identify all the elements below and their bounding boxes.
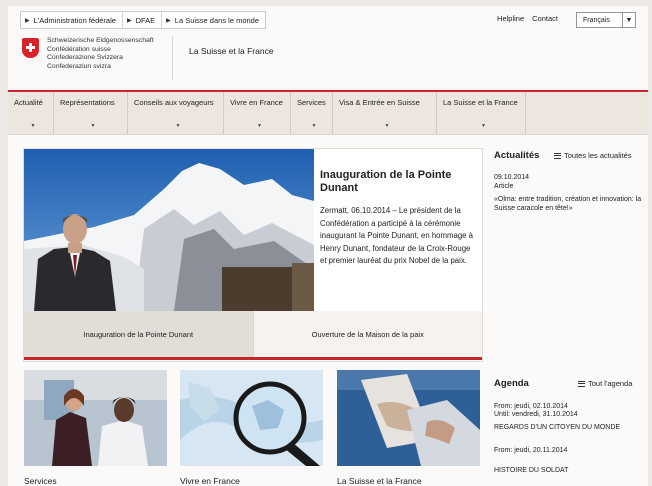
language-select[interactable]: Français ▼ <box>576 12 636 28</box>
agenda-event-title[interactable]: REGARDS D'UN CITOYEN DU MONDE <box>494 423 620 432</box>
services-tile-image[interactable] <box>24 370 167 466</box>
chevron-down-icon: ▼ <box>311 123 317 129</box>
all-news-label: Toutes les actualités <box>564 151 632 160</box>
all-agenda-link[interactable]: Tout l'agenda <box>578 379 632 388</box>
nav-item-conseils[interactable]: Conseils aux voyageurs ▼ <box>128 92 224 134</box>
chevron-right-icon: ▶ <box>126 17 132 24</box>
chevron-down-icon: ▼ <box>90 123 96 129</box>
confederation-names: Schweizerische Eidgenossenschaft Confédé… <box>47 37 154 71</box>
hero-tab-1[interactable]: Inauguration de la Pointe Dunant <box>24 311 253 357</box>
nav-label: Actualité <box>14 98 43 107</box>
helpline-link[interactable]: Helpline <box>497 14 524 23</box>
chevron-down-icon: ▼ <box>481 123 486 129</box>
agenda-heading: Agenda <box>494 378 529 389</box>
chevron-down-icon: ▼ <box>257 123 262 129</box>
confederation-name: Confederazione Svizzera <box>47 54 123 62</box>
agenda-event-from: From: jeudi, 20.11.2014 <box>494 447 568 454</box>
chevron-right-icon: ▶ <box>166 17 171 24</box>
nav-item-visa[interactable]: Visa & Entrée en Suisse ▼ <box>333 92 437 134</box>
page: ▶ L'Administration fédérale ▶ DFAE ▶ La Sui… <box>8 6 648 486</box>
hero-carousel: Inauguration de la Pointe Dunant Zermatt… <box>23 148 483 362</box>
suisse-france-tile-label[interactable]: La Suisse et la France <box>337 476 422 486</box>
vivre-tile-label[interactable]: Vivre en France <box>180 476 240 486</box>
news-item-link[interactable]: «Olma: entre tradition, création et inno… <box>494 195 644 213</box>
vivre-tile-image[interactable] <box>180 370 323 466</box>
list-icon <box>554 152 561 159</box>
hero-text: Zermatt, 06.10.2014 – Le président de la… <box>320 206 474 266</box>
breadcrumb-item[interactable]: ▶ La Suisse dans le monde <box>162 12 265 28</box>
hero-title[interactable]: Inauguration de la Pointe Dunant <box>320 169 475 195</box>
chevron-down-icon: ▼ <box>30 123 36 129</box>
news-type: Article <box>494 183 514 190</box>
nav-label: Services <box>297 98 326 107</box>
breadcrumb-item[interactable]: ▶ L'Administration fédérale <box>21 12 123 28</box>
agenda-event-until: Until: vendredi, 31.10.2014 <box>494 411 578 418</box>
nav-item-actualite[interactable]: Actualité ▼ <box>8 92 54 134</box>
confederation-name: Schweizerische Eidgenossenschaft <box>47 37 154 44</box>
top-links: Helpline Contact <box>497 14 558 23</box>
hero-tab-label: Inauguration de la Pointe Dunant <box>83 329 194 339</box>
agenda-event-title[interactable]: HISTOIRE DU SOLDAT <box>494 466 568 475</box>
hero-accent-line <box>24 357 482 360</box>
chevron-down-icon: ▼ <box>175 123 181 129</box>
contact-link[interactable]: Contact <box>532 14 558 23</box>
language-value: Français <box>583 16 610 24</box>
divider <box>172 36 173 80</box>
hero-image[interactable] <box>24 149 314 311</box>
main-nav: Actualité ▼ Représentations ▼ Conseils aux… <box>8 92 648 135</box>
nav-item-services[interactable]: Services ▼ <box>291 92 333 134</box>
suisse-france-tile-image[interactable] <box>337 370 480 466</box>
confederation-name: Confederaziun svizra <box>47 62 111 70</box>
hero-tab-label: Ouverture de la Maison de la paix <box>311 329 424 339</box>
breadcrumb-item[interactable]: ▶ DFAE <box>123 12 163 28</box>
hero-tab-2[interactable]: Ouverture de la Maison de la paix <box>252 311 482 357</box>
nav-label: Vivre en France <box>230 98 283 107</box>
news-heading: Actualités <box>494 150 540 161</box>
swiss-flag-icon[interactable] <box>22 38 39 58</box>
site-title[interactable]: La Suisse et la France <box>189 46 274 56</box>
chevron-down-icon: ▼ <box>622 13 635 27</box>
news-date: 09.10.2014 <box>494 174 530 181</box>
nav-item-vivre[interactable]: Vivre en France ▼ <box>224 92 291 134</box>
confederation-name: Confédération suisse <box>47 45 111 53</box>
breadcrumb: ▶ L'Administration fédérale ▶ DFAE ▶ La Sui… <box>20 11 267 29</box>
breadcrumb-label: La Suisse dans le monde <box>174 15 260 25</box>
breadcrumb-label: DFAE <box>135 15 156 25</box>
services-tile-label[interactable]: Services <box>24 476 57 486</box>
nav-label: La Suisse et la France <box>443 98 518 107</box>
nav-label: Représentations <box>60 98 115 107</box>
chevron-down-icon: ▼ <box>384 123 390 129</box>
nav-label: Visa & Entrée en Suisse <box>339 98 420 107</box>
nav-item-suisse-france[interactable]: La Suisse et la France ▼ <box>437 92 526 134</box>
hero-tabs: Inauguration de la Pointe Dunant Ouvertu… <box>24 311 482 357</box>
chevron-right-icon: ▶ <box>25 17 30 24</box>
nav-item-representations[interactable]: Représentations ▼ <box>54 92 128 134</box>
breadcrumb-label: L'Administration fédérale <box>33 15 116 25</box>
list-icon <box>578 380 585 387</box>
all-news-link[interactable]: Toutes les actualités <box>554 151 632 160</box>
nav-label: Conseils aux voyageurs <box>134 98 214 107</box>
all-agenda-label: Tout l'agenda <box>588 379 633 388</box>
